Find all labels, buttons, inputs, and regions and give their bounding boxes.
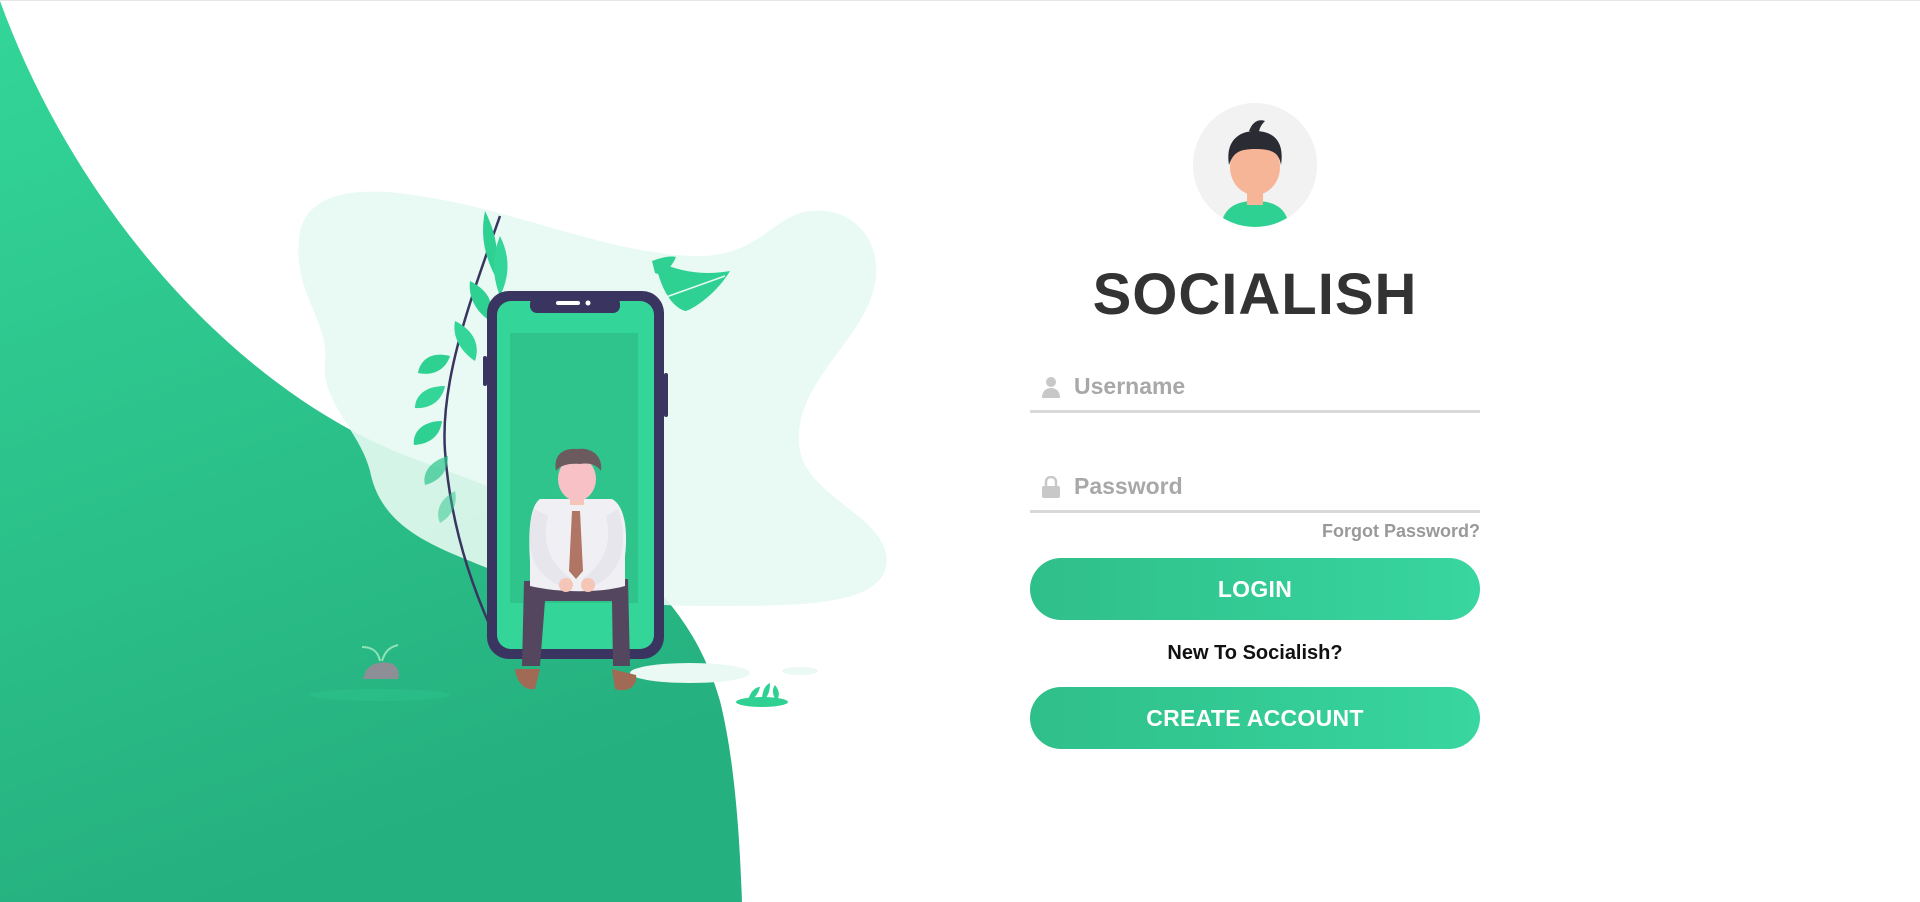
hero-illustration [298, 191, 887, 707]
brand-title: SOCIALISH [1092, 262, 1418, 327]
username-field [1030, 363, 1480, 413]
forgot-password-link[interactable]: Forgot Password? [1322, 521, 1480, 542]
login-page: SOCIALISH Forgot Password? LOGIN New To … [0, 0, 1920, 902]
rock-icon [361, 644, 399, 679]
login-panel: SOCIALISH Forgot Password? LOGIN New To … [1030, 103, 1480, 749]
user-icon [1030, 376, 1072, 398]
avatar [1193, 103, 1317, 227]
password-input[interactable] [1072, 473, 1464, 500]
username-input[interactable] [1072, 373, 1464, 400]
login-button[interactable]: LOGIN [1030, 558, 1480, 620]
avatar-icon [1193, 103, 1317, 227]
password-field [1030, 463, 1480, 513]
grass-icon [736, 683, 788, 707]
lock-icon [1030, 475, 1072, 498]
create-account-button[interactable]: CREATE ACCOUNT [1030, 687, 1480, 749]
new-user-prompt: New To Socialish? [1167, 642, 1343, 664]
